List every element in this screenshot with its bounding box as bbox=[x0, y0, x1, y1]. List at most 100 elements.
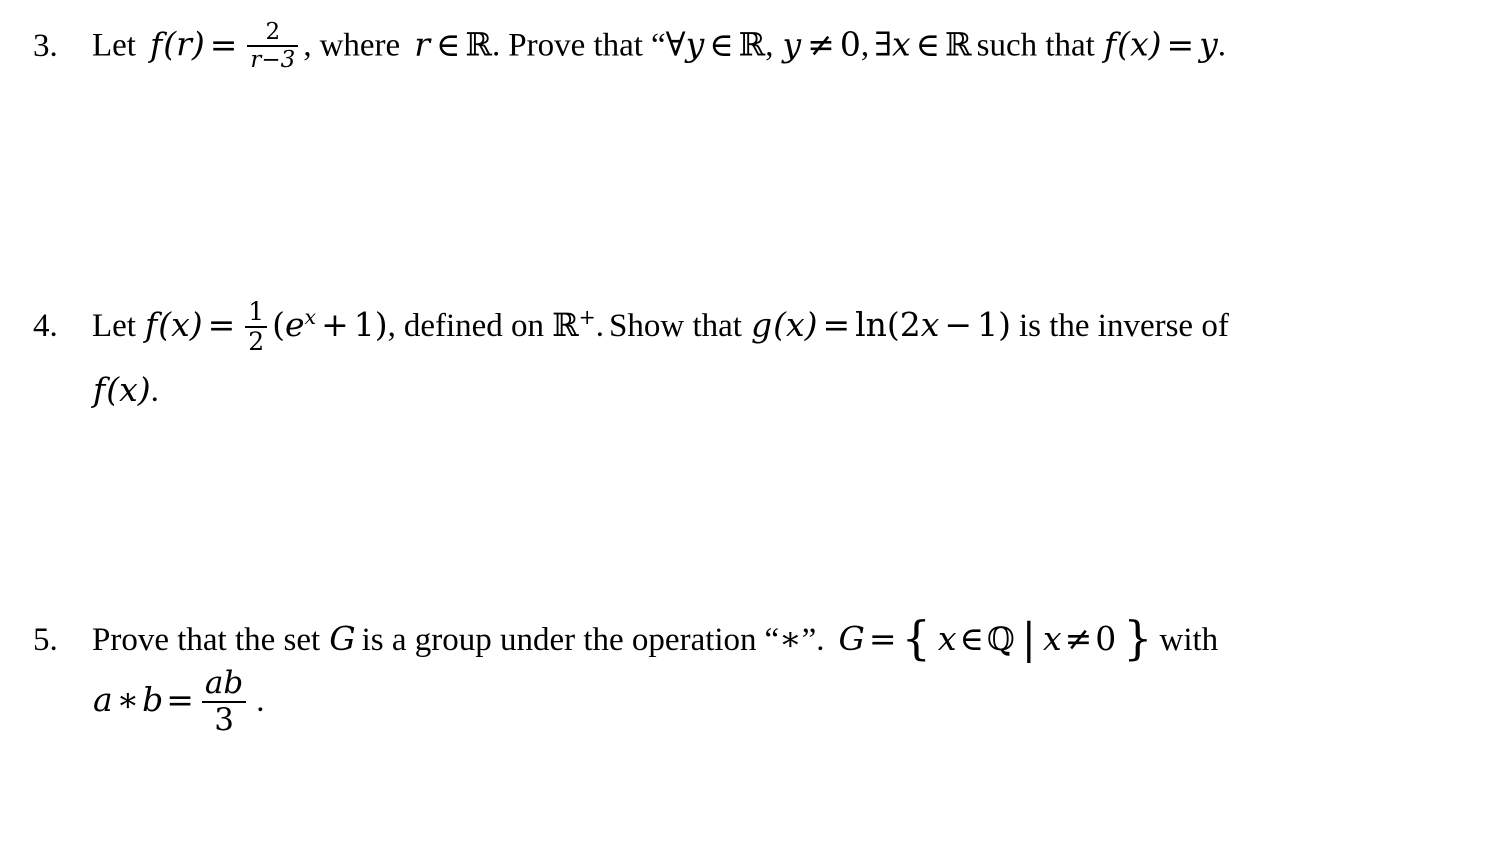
word-where: where bbox=[319, 27, 401, 64]
brace-open: { bbox=[901, 611, 931, 665]
problem-4-text: Let f(x) = 1 2 (ex +1), defined on ℝ+. Show that g… bbox=[92, 298, 1229, 357]
problem-4-line-1: 4. Let f(x) = 1 2 (ex +1), defined on ℝ+. Show th… bbox=[33, 298, 1229, 357]
blackboard-R-4: ℝ bbox=[552, 305, 579, 344]
var-x-5: x bbox=[119, 369, 138, 409]
number-one-2: 1 bbox=[977, 304, 999, 344]
problem-5-number: 5. bbox=[33, 622, 58, 658]
such-that-bar: | bbox=[1021, 614, 1036, 663]
exponent-x: x bbox=[304, 304, 317, 329]
var-x-1: x bbox=[891, 24, 911, 64]
equals-sign: = bbox=[209, 24, 238, 64]
not-equal-5: ≠ bbox=[1064, 619, 1093, 658]
func-f: f bbox=[149, 24, 163, 64]
blackboard-Q: ℚ bbox=[986, 620, 1015, 658]
problem-4-number: 4. bbox=[33, 307, 58, 344]
phrase-such-that: such that bbox=[976, 27, 1095, 64]
equals-sign-6: = bbox=[166, 680, 194, 720]
exists-symbol: ∃ bbox=[874, 24, 892, 64]
equals-sign-4: = bbox=[207, 304, 236, 344]
brace-close: } bbox=[1123, 611, 1153, 665]
problem-3-text: Let f(r) = 2 r−3, where r ∈ ℝ. Prove that “∀y ∈ ℝ, y ≠… bbox=[92, 19, 1227, 74]
blackboard-R-1: ℝ bbox=[465, 25, 492, 64]
final-period-5: . bbox=[256, 683, 265, 720]
word-let-4: Let bbox=[92, 307, 136, 344]
var-x-set: x bbox=[937, 619, 957, 658]
final-period-4: . bbox=[150, 372, 159, 409]
set-G: G bbox=[329, 619, 356, 658]
number-zero: 0 bbox=[839, 24, 861, 64]
star-operator-2: ∗ bbox=[116, 680, 140, 720]
paren-open-4: ( bbox=[158, 304, 172, 344]
var-x-ln: x bbox=[920, 304, 940, 344]
number-one: 1 bbox=[353, 304, 375, 344]
phrase-prove-that: Prove that bbox=[508, 27, 643, 64]
problem-5-line-2: a ∗b= ab 3. bbox=[33, 665, 1218, 738]
period-5: . bbox=[816, 622, 825, 658]
problem-4-line-2: f(x). bbox=[33, 373, 1229, 408]
not-equal-1: ≠ bbox=[807, 24, 835, 64]
fraction-one-half: 12 bbox=[245, 298, 268, 356]
var-x-4: x bbox=[171, 304, 190, 344]
star-operator: ∗ bbox=[779, 619, 802, 658]
paren-close: ) bbox=[191, 24, 205, 64]
plus-sign: + bbox=[321, 304, 349, 344]
paren-open-2: ( bbox=[1117, 24, 1130, 64]
period-1: . bbox=[492, 27, 501, 64]
problem-5-line-1: 5. Prove that the set Gis a group under t… bbox=[33, 615, 1219, 661]
problem-5-operation-definition: a ∗b= ab 3. bbox=[92, 665, 265, 738]
equals-sign-5: = bbox=[868, 619, 897, 658]
paren-open-g: ( bbox=[773, 304, 786, 344]
var-y-2: y bbox=[782, 24, 802, 64]
final-period-3: . bbox=[1217, 27, 1227, 64]
forall-symbol: ∀ bbox=[665, 24, 686, 64]
func-f-4: f bbox=[144, 304, 158, 344]
number-zero-5: 0 bbox=[1095, 619, 1117, 658]
var-b: b bbox=[142, 680, 164, 720]
var-r-2: r bbox=[414, 24, 430, 64]
quote-close-5: ” bbox=[801, 622, 817, 658]
superscript-plus: + bbox=[578, 304, 596, 329]
number-two: 2 bbox=[899, 304, 921, 344]
den-minus: − bbox=[261, 47, 281, 74]
ln-paren-close: ) bbox=[998, 304, 1011, 344]
element-of-1: ∈ bbox=[435, 24, 461, 64]
var-x-g: x bbox=[785, 304, 805, 344]
paren-open-5: ( bbox=[106, 369, 120, 409]
den-r: r bbox=[250, 47, 262, 74]
phrase-is-a-group: is a group under the operation bbox=[361, 622, 757, 658]
problem-5-text: Prove that the set Gis a group under the … bbox=[92, 615, 1219, 661]
comma-1: , bbox=[303, 27, 312, 64]
set-G-2: G bbox=[838, 619, 865, 658]
func-f-5: f bbox=[93, 369, 106, 409]
fraction-denominator: 3 bbox=[214, 701, 234, 738]
fraction-two-over-r-minus-three: 2 r−3 bbox=[247, 19, 299, 72]
word-with: with bbox=[1159, 622, 1219, 658]
phrase-defined-on: defined on bbox=[403, 307, 545, 344]
fraction-denominator: r−3 bbox=[247, 48, 298, 72]
paren-close-2: ) bbox=[1148, 24, 1162, 64]
comma-2: , bbox=[765, 27, 774, 64]
quote-open-5: “ bbox=[764, 622, 780, 658]
blackboard-R-3: ℝ bbox=[945, 25, 972, 64]
fraction-numerator: ab bbox=[204, 665, 244, 701]
element-of-3: ∈ bbox=[915, 24, 941, 64]
phrase-prove-that-the-set: Prove that the set bbox=[92, 622, 321, 658]
exp-base-e: e bbox=[285, 304, 305, 344]
var-x-cond: x bbox=[1042, 619, 1062, 658]
problem-3: 3. Let f(r) = 2 r−3, where r ∈ ℝ. Prove that “∀y ∈ ℝ… bbox=[33, 19, 1227, 74]
phrase-show-that: Show that bbox=[609, 307, 742, 344]
var-y-1: y bbox=[685, 24, 705, 64]
ln-operator: ln bbox=[855, 304, 887, 344]
func-g: g bbox=[750, 304, 773, 344]
word-let: Let bbox=[92, 27, 136, 64]
comma-3: , bbox=[860, 27, 870, 64]
paren-close-4: ) bbox=[189, 304, 203, 344]
element-of-5: ∈ bbox=[959, 619, 984, 658]
var-a: a bbox=[93, 680, 113, 720]
paren-close-g: ) bbox=[804, 304, 818, 344]
blackboard-R-2: ℝ bbox=[738, 25, 766, 64]
fraction-numerator: 2 bbox=[265, 19, 281, 45]
func-f-2: f bbox=[1103, 24, 1117, 64]
comma-4: , bbox=[387, 307, 396, 344]
element-of-2: ∈ bbox=[709, 24, 734, 64]
